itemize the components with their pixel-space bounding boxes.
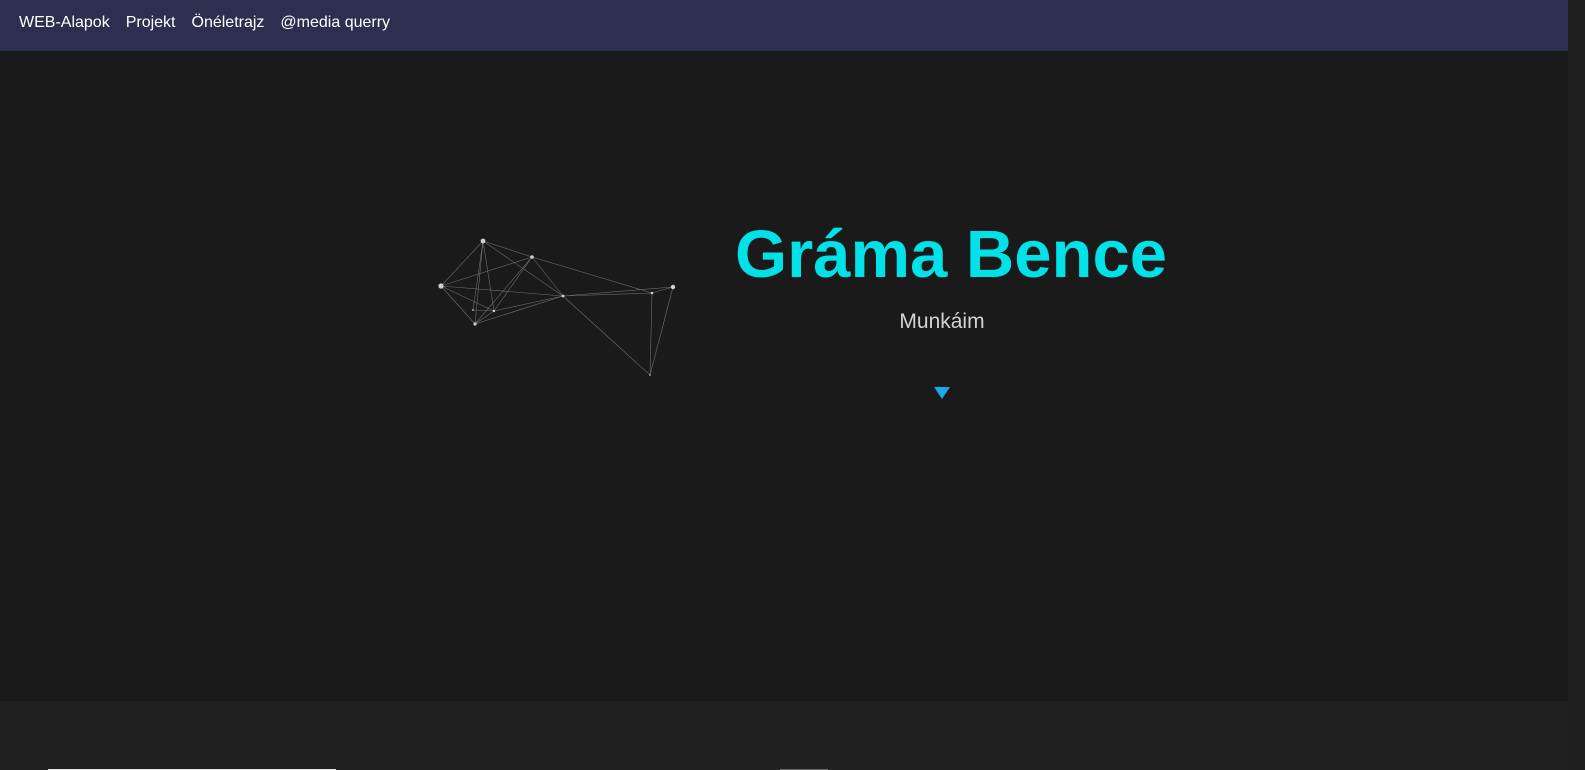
nav-link-web-alapok[interactable]: WEB-Alapok	[19, 13, 110, 33]
triangle-down-icon[interactable]	[934, 387, 950, 399]
subtitle-munkaim: Munkáim	[899, 310, 985, 333]
nav-link-projekt[interactable]: Projekt	[126, 13, 176, 33]
top-navbar: WEB-Alapok Projekt Önéletrajz @media que…	[0, 0, 1585, 51]
vertical-scrollbar[interactable]	[1568, 0, 1585, 770]
hero-section: Gráma Bence Munkáim	[0, 51, 1585, 701]
nav-link-media-querry[interactable]: @media querry	[280, 13, 390, 33]
next-section	[0, 701, 1585, 770]
page-title: Gráma Bence	[735, 217, 1167, 292]
network-graph-animation	[438, 238, 676, 376]
nav-link-oneletrajz[interactable]: Önéletrajz	[192, 13, 265, 33]
